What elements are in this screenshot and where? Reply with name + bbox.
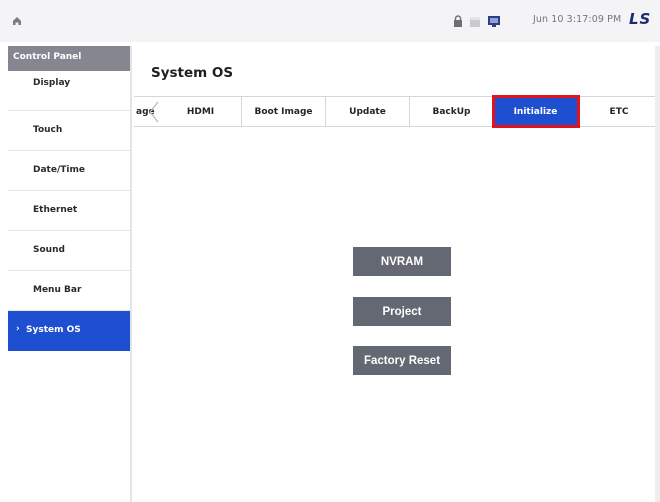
tab-backup[interactable]: BackUp bbox=[410, 97, 494, 126]
page-title: System OS bbox=[151, 65, 234, 81]
main-panel: System OS age HDMI Boot Image Update Bac… bbox=[134, 46, 660, 502]
sidebar-item-label: Ethernet bbox=[33, 205, 78, 215]
tab-bar: age HDMI Boot Image Update BackUp Initia… bbox=[134, 95, 660, 129]
datetime-display: Jun 10 3:17:09 PM bbox=[533, 14, 622, 25]
chevron-right-icon: › bbox=[16, 324, 20, 334]
sidebar-item-label: Touch bbox=[33, 125, 63, 135]
brand-logo: LS bbox=[629, 10, 652, 28]
tab-update[interactable]: Update bbox=[326, 97, 410, 126]
tab-label: HDMI bbox=[186, 106, 215, 117]
tab-initialize[interactable]: Initialize bbox=[492, 95, 580, 128]
tab-label: Update bbox=[349, 106, 386, 117]
battery-icon bbox=[469, 13, 481, 32]
sidebar-item-display[interactable]: Display bbox=[8, 71, 130, 111]
tab-scroll-left-icon[interactable] bbox=[148, 100, 160, 129]
tab-label: BackUp bbox=[432, 106, 471, 117]
monitor-icon bbox=[487, 13, 501, 32]
sidebar-item-menu-bar[interactable]: Menu Bar bbox=[8, 271, 130, 311]
sidebar-item-label: Display bbox=[33, 78, 71, 88]
sidebar-item-label: Menu Bar bbox=[33, 285, 82, 295]
project-button[interactable]: Project bbox=[353, 297, 451, 326]
sidebar-item-date-time[interactable]: Date/Time bbox=[8, 151, 130, 191]
sidebar-item-label: Sound bbox=[33, 245, 65, 255]
tab-hdmi[interactable]: HDMI bbox=[160, 97, 242, 126]
right-edge-scrollbar bbox=[655, 46, 660, 502]
sidebar-item-touch[interactable]: Touch bbox=[8, 111, 130, 151]
home-icon[interactable] bbox=[10, 13, 24, 27]
tab-label: ETC bbox=[609, 106, 629, 117]
sidebar-item-sound[interactable]: Sound bbox=[8, 231, 130, 271]
lock-icon bbox=[453, 13, 463, 32]
tab-etc[interactable]: ETC bbox=[578, 97, 660, 126]
status-icons bbox=[453, 13, 501, 32]
sidebar-item-system-os[interactable]: › System OS bbox=[8, 311, 130, 351]
sidebar-item-label: Date/Time bbox=[33, 165, 85, 175]
sidebar-header: Control Panel bbox=[8, 46, 130, 71]
nvram-button[interactable]: NVRAM bbox=[353, 247, 451, 276]
tab-boot-image[interactable]: Boot Image bbox=[242, 97, 326, 126]
sidebar-item-label: System OS bbox=[26, 325, 81, 335]
tab-label: Boot Image bbox=[254, 106, 313, 117]
sidebar-item-ethernet[interactable]: Ethernet bbox=[8, 191, 130, 231]
top-status-bar: Jun 10 3:17:09 PM LS bbox=[0, 0, 660, 42]
control-panel-sidebar: Control Panel Display Touch Date/Time Et… bbox=[8, 46, 132, 502]
tab-label: Initialize bbox=[513, 106, 558, 117]
factory-reset-button[interactable]: Factory Reset bbox=[353, 346, 451, 375]
